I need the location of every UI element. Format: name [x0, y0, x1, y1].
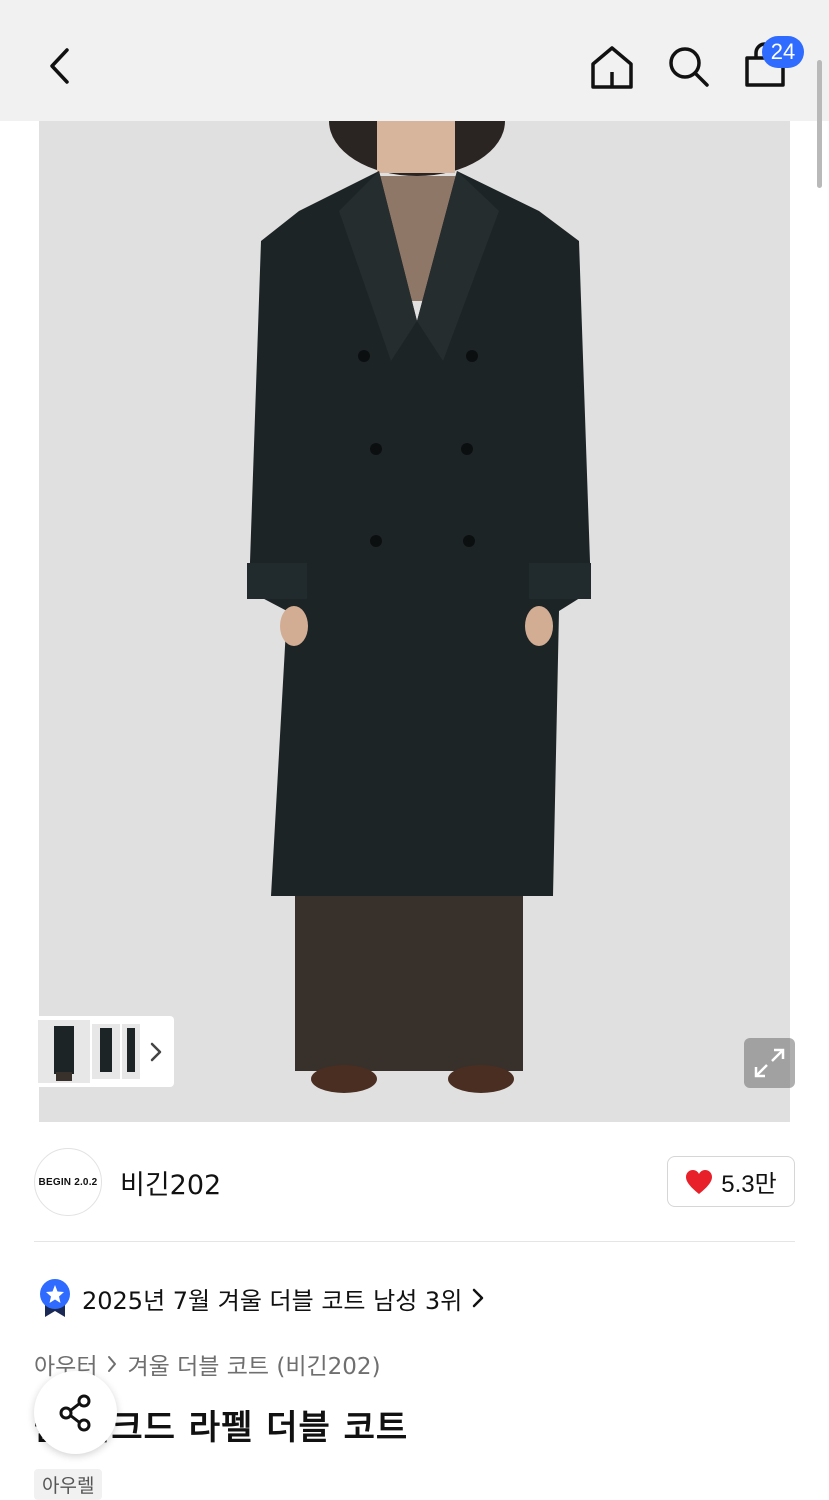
search-icon: [669, 47, 709, 87]
share-icon: [59, 1394, 90, 1431]
chevron-right-icon: [473, 1288, 484, 1308]
thumbnail-3[interactable]: [122, 1024, 140, 1079]
thumbnail-1-image: [54, 1026, 74, 1081]
ranking-link[interactable]: 2025년 7월 겨울 더블 코트 남성 3위: [38, 1278, 484, 1318]
scrollbar[interactable]: [817, 60, 822, 188]
like-button[interactable]: 5.3만: [667, 1156, 795, 1207]
thumbnail-1[interactable]: [38, 1020, 90, 1083]
like-count: 5.3만: [721, 1171, 777, 1198]
thumbnail-strip[interactable]: [34, 1016, 174, 1087]
product-photo[interactable]: [39, 121, 790, 1122]
back-button[interactable]: [40, 44, 80, 88]
chevron-right-icon[interactable]: [148, 1038, 164, 1066]
thumbnail-2[interactable]: [92, 1024, 120, 1079]
thumbnail-3-image: [127, 1028, 135, 1072]
heart-icon: [686, 1169, 713, 1194]
home-icon: [591, 46, 633, 89]
share-button[interactable]: [34, 1371, 117, 1454]
brand-logo[interactable]: BEGIN 2.0.2: [34, 1148, 102, 1216]
brand-name[interactable]: 비긴202: [120, 1163, 221, 1202]
section-divider: [34, 1241, 795, 1242]
product-tag[interactable]: 아우렐: [34, 1469, 103, 1500]
chevron-right-icon: [108, 1356, 117, 1372]
product-photo-illustration: [39, 121, 790, 1122]
search-button[interactable]: [664, 42, 712, 90]
ranking-text: 2025년 7월 겨울 더블 코트 남성 3위: [82, 1286, 463, 1315]
expand-icon: [754, 1048, 785, 1078]
rank-badge-icon: [40, 1279, 70, 1317]
cart-count-badge: 24: [762, 36, 804, 68]
expand-image-button[interactable]: [744, 1038, 795, 1088]
chevron-left-icon: [50, 48, 69, 84]
breadcrumb-item-subcategory[interactable]: 겨울 더블 코트 (비긴202): [127, 1347, 380, 1381]
thumbnail-2-image: [100, 1028, 112, 1072]
home-button[interactable]: [588, 42, 636, 90]
brand-logo-text: BEGIN 2.0.2: [38, 1176, 98, 1188]
